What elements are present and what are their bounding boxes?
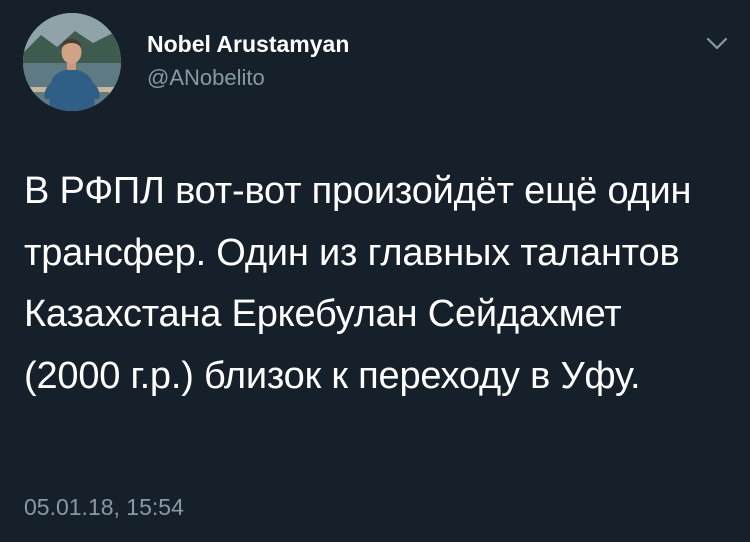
avatar[interactable]: [23, 13, 121, 111]
tweet-card: Nobel Arustamyan @ANobelito В РФПЛ вот-в…: [0, 0, 750, 542]
author-handle[interactable]: @ANobelito: [147, 64, 265, 92]
profile-photo-icon: [23, 13, 121, 111]
author-display-name[interactable]: Nobel Arustamyan: [147, 30, 349, 58]
tweet-text: В РФПЛ вот-вот произойдёт ещё один транс…: [24, 170, 692, 397]
tweet-timestamp[interactable]: 05.01.18, 15:54: [24, 493, 184, 521]
tweet-menu-button[interactable]: [700, 30, 734, 58]
chevron-down-icon: [706, 37, 728, 50]
